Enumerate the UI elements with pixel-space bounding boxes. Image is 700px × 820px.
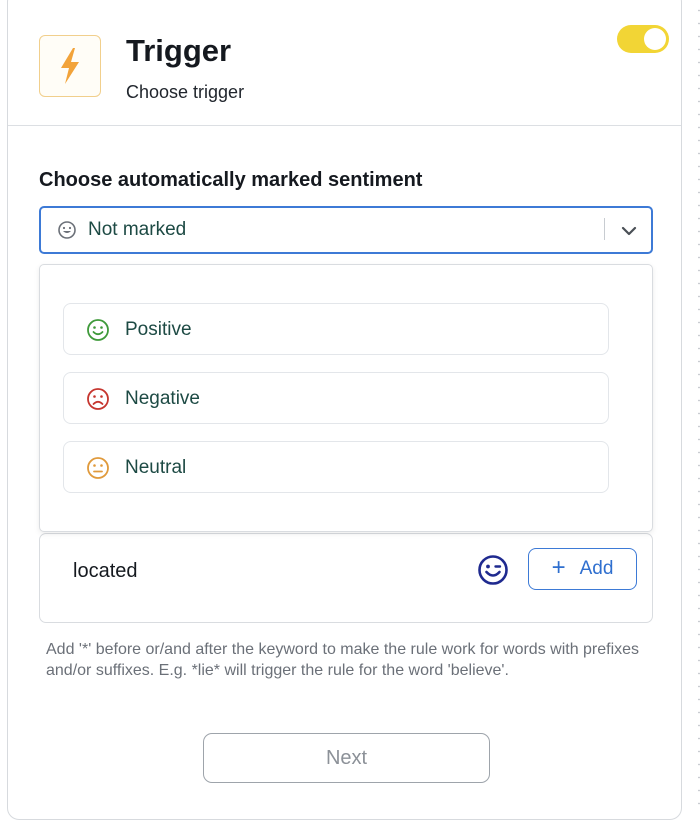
sentiment-section-label: Choose automatically marked sentiment	[39, 169, 423, 191]
option-label: Positive	[125, 319, 192, 340]
sentiment-select[interactable]: Not marked	[39, 206, 653, 254]
add-keyword-button[interactable]: + Add	[528, 548, 637, 590]
emoji-picker-icon[interactable]	[477, 554, 509, 586]
smile-icon	[58, 221, 76, 239]
sentiment-option-positive[interactable]: Positive	[63, 303, 609, 355]
keyword-input-value[interactable]: located	[73, 560, 138, 583]
canvas-dot-grid	[682, 0, 700, 808]
option-label: Neutral	[125, 457, 187, 478]
lightning-icon	[61, 48, 79, 84]
select-divider	[604, 218, 605, 240]
keyword-input-box[interactable]: located + Add	[39, 533, 653, 623]
trigger-icon-box	[39, 35, 101, 97]
next-button[interactable]: Next	[203, 733, 490, 783]
chevron-down-icon[interactable]	[619, 221, 639, 241]
sentiment-option-neutral[interactable]: Neutral	[63, 441, 609, 493]
card-title: Trigger	[126, 33, 232, 68]
plus-icon: +	[551, 554, 566, 581]
add-button-label: Add	[579, 558, 614, 579]
toggle-knob	[644, 28, 666, 50]
trigger-card: Trigger Choose trigger Choose automatica…	[7, 0, 682, 820]
sentiment-dropdown-menu: Positive Negative Neutral	[39, 264, 653, 532]
sentiment-select-value: Not marked	[88, 219, 187, 240]
enable-toggle[interactable]	[617, 25, 669, 53]
option-label: Negative	[125, 388, 200, 409]
sentiment-option-negative[interactable]: Negative	[63, 372, 609, 424]
frown-icon	[87, 388, 109, 410]
card-subtitle: Choose trigger	[126, 82, 245, 102]
neutral-face-icon	[87, 457, 109, 479]
smile-icon	[87, 319, 109, 341]
card-header: Trigger Choose trigger	[8, 0, 681, 126]
keyword-hint-text: Add '*' before or/and after the keyword …	[46, 641, 640, 679]
